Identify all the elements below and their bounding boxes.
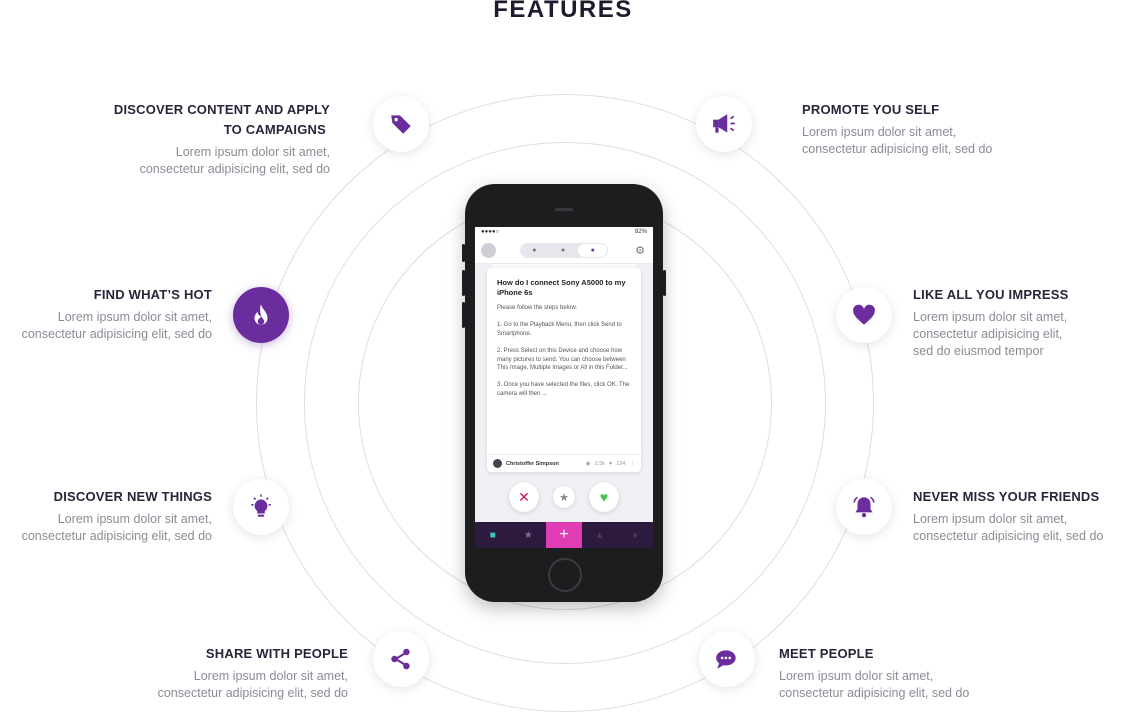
author-avatar: [493, 459, 502, 468]
phone-side-button: [462, 244, 465, 262]
card-footer: Christoffer Simpson ◉ 2,5k ♥ 124 ⋮: [487, 454, 641, 472]
lightbulb-icon-button[interactable]: [233, 479, 289, 535]
close-icon: ✕: [518, 488, 530, 505]
feature-title: SHARE WITH PEOPLE: [205, 646, 348, 661]
feature-discover-content: DISCOVER CONTENT AND APPLY TO CAMPAIGNS …: [60, 100, 330, 178]
heart-icon-button[interactable]: [836, 287, 892, 343]
tag-tab-icon[interactable]: ●: [520, 243, 549, 258]
feature-description: Lorem ipsum dolor sit amet, consectetur …: [21, 310, 212, 341]
bell-icon-button[interactable]: [836, 479, 892, 535]
feature-promote: PROMOTE YOU SELF Lorem ipsum dolor sit a…: [802, 100, 1102, 158]
feature-description: Lorem ipsum dolor sit amet, consectetur …: [157, 669, 348, 700]
like-button[interactable]: ♥: [589, 482, 619, 512]
tab-add[interactable]: +: [546, 522, 582, 548]
heart-small-icon: ♥: [609, 460, 613, 467]
feature-title: DISCOVER NEW THINGS: [53, 489, 212, 504]
feature-share: SHARE WITH PEOPLE Lorem ipsum dolor sit …: [80, 644, 348, 702]
heart-icon-green: ♥: [599, 489, 609, 505]
phone-power-button: [663, 270, 666, 296]
chat-icon-button[interactable]: [699, 631, 755, 687]
avatar[interactable]: [481, 243, 496, 258]
feature-title: DISCOVER CONTENT AND APPLY: [113, 102, 330, 117]
feature-description: Lorem ipsum dolor sit amet, consectetur …: [139, 145, 330, 176]
feature-description: Lorem ipsum dolor sit amet, consectetur …: [21, 512, 212, 543]
flame-icon-button[interactable]: [233, 287, 289, 343]
feature-description: Lorem ipsum dolor sit amet, consectetur …: [779, 669, 970, 700]
status-bar: ●●●●○ 82%: [475, 227, 653, 239]
star-tab-icon: ★: [523, 529, 533, 541]
star-icon: ★: [559, 491, 569, 504]
gear-icon[interactable]: ⚙: [635, 244, 645, 257]
bell-icon: [853, 496, 875, 518]
megaphone-icon-button[interactable]: [696, 96, 752, 152]
tag-icon: [391, 115, 411, 134]
tab-favorites[interactable]: ★: [511, 522, 547, 548]
phone-volume-up: [462, 270, 465, 296]
segmented-control: ● ● ●: [520, 243, 608, 258]
feature-title-line2: TO CAMPAIGNS: [223, 122, 326, 137]
card-title: How do I connect Sony A5000 to my iPhone…: [497, 278, 626, 297]
lightbulb-icon: [251, 494, 271, 517]
card-body: Please follow the steps below. 1. Go to …: [497, 305, 630, 397]
like-count: 124: [616, 460, 626, 467]
plus-icon: +: [559, 526, 569, 543]
card-actions: ✕ ★ ♥: [475, 482, 653, 512]
feature-description: Lorem ipsum dolor sit amet, consectetur …: [913, 512, 1104, 543]
feature-description: Lorem ipsum dolor sit amet, consectetur …: [913, 310, 1068, 358]
feature-title: LIKE ALL YOU IMPRESS: [913, 287, 1069, 302]
question-card[interactable]: How do I connect Sony A5000 to my iPhone…: [487, 268, 641, 472]
share-icon-button[interactable]: [373, 631, 429, 687]
phone-speaker: [555, 208, 573, 211]
heart-icon: [853, 304, 875, 325]
eye-icon: ◉: [585, 460, 591, 467]
share-icon: [391, 648, 410, 670]
dismiss-button[interactable]: ✕: [509, 482, 539, 512]
author-name: Christoffer Simpson: [506, 460, 559, 467]
feature-title: MEET PEOPLE: [779, 646, 874, 661]
feature-title: FIND WHAT’S HOT: [93, 287, 212, 302]
tab-cards[interactable]: ■: [475, 522, 511, 548]
feature-find-hot: FIND WHAT’S HOT Lorem ipsum dolor sit am…: [0, 285, 212, 343]
megaphone-icon: [713, 114, 735, 133]
cards-icon: ■: [489, 529, 496, 541]
lightbulb-tab-icon[interactable]: ●: [578, 244, 608, 257]
signal-indicator: ●●●●○: [481, 229, 500, 235]
app-header: ● ● ● ⚙: [475, 239, 653, 264]
bottom-tab-bar: ■ ★ + ▲ ●: [475, 522, 653, 548]
feature-meet: MEET PEOPLE Lorem ipsum dolor sit amet, …: [779, 644, 1079, 702]
view-count: 2,5k: [594, 460, 606, 467]
favorite-button[interactable]: ★: [553, 486, 575, 508]
feature-like: LIKE ALL YOU IMPRESS Lorem ipsum dolor s…: [913, 285, 1123, 360]
feature-discover-new: DISCOVER NEW THINGS Lorem ipsum dolor si…: [0, 487, 212, 545]
phone-mockup: ●●●●○ 82% ● ● ● ⚙ How do I connect Sony …: [462, 184, 666, 602]
flame-icon: [254, 304, 268, 325]
chat-tab-icon: ●: [632, 529, 639, 541]
feature-title: NEVER MISS YOUR FRIENDS: [913, 489, 1100, 504]
home-button[interactable]: [548, 558, 582, 592]
more-icon[interactable]: ⋮: [630, 461, 636, 467]
bell-tab-icon: ▲: [594, 529, 605, 541]
tab-notifications[interactable]: ▲: [582, 522, 618, 548]
feature-description: Lorem ipsum dolor sit amet, consectetur …: [802, 125, 993, 156]
chat-icon: [716, 650, 736, 669]
people-tab-icon[interactable]: ●: [549, 243, 578, 258]
page-title: FEATURES: [493, 0, 633, 23]
battery-indicator: 82%: [634, 229, 647, 235]
tab-messages[interactable]: ●: [617, 522, 653, 548]
phone-screen: ●●●●○ 82% ● ● ● ⚙ How do I connect Sony …: [475, 227, 653, 548]
feature-never-miss: NEVER MISS YOUR FRIENDS Lorem ipsum dolo…: [913, 487, 1123, 545]
tag-icon-button[interactable]: [373, 96, 429, 152]
phone-volume-down: [462, 302, 465, 328]
feature-title: PROMOTE YOU SELF: [802, 102, 940, 117]
